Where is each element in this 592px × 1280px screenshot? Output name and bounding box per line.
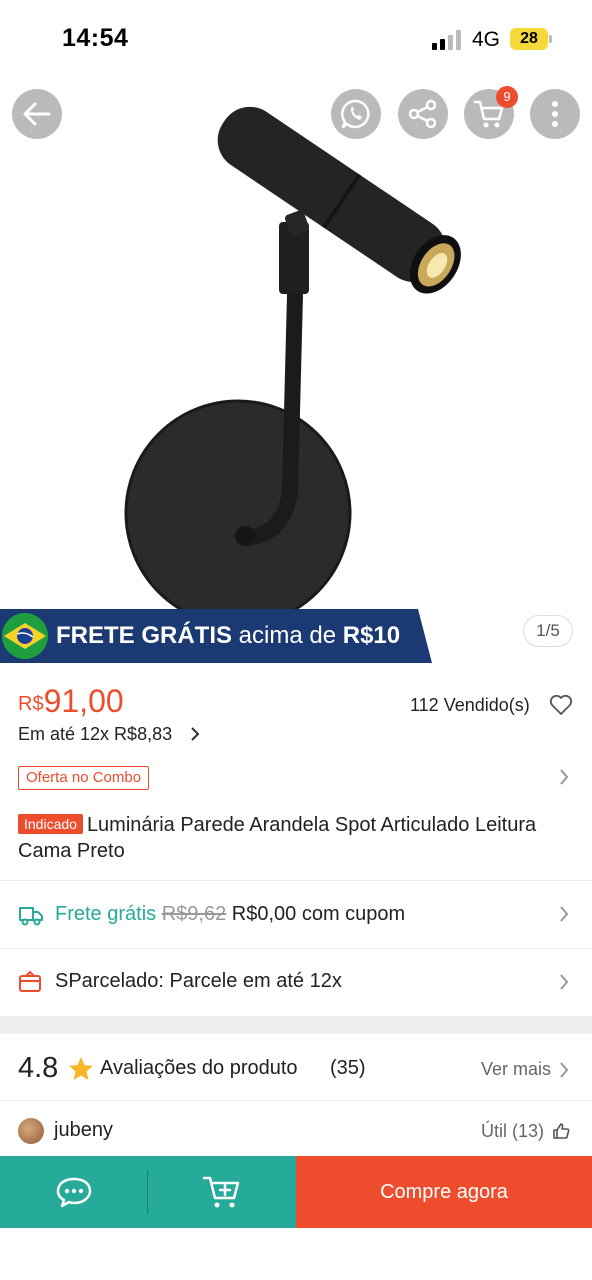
signal-icon [432, 30, 461, 50]
chevron-right-icon[interactable] [558, 1061, 570, 1079]
avatar [18, 1118, 44, 1144]
free-shipping-label: Frete grátis [55, 903, 157, 925]
share-icon [408, 99, 437, 129]
whatsapp-icon [340, 99, 370, 129]
share-button[interactable] [398, 89, 448, 139]
thumbs-up-icon[interactable] [552, 1122, 570, 1140]
see-more-link[interactable]: Ver mais [481, 1059, 551, 1080]
heart-icon[interactable] [549, 694, 573, 716]
combo-offer-tag[interactable]: Oferta no Combo [18, 766, 150, 790]
free-shipping-text: FRETE GRÁTIS acima de R$10 [56, 622, 401, 649]
chevron-right-icon [191, 727, 200, 741]
divider [0, 1100, 592, 1101]
rating-value: 4.8 [18, 1052, 59, 1084]
section-separator [0, 1016, 592, 1034]
cart-button[interactable]: 9 [464, 86, 518, 139]
back-arrow-icon [23, 102, 51, 126]
reviews-label: Avaliações do produto [100, 1057, 298, 1079]
add-to-cart-icon [202, 1176, 240, 1208]
truck-icon [19, 907, 43, 926]
battery-indicator: 28 [510, 28, 548, 50]
card-icon [19, 970, 41, 992]
status-time: 14:54 [62, 24, 129, 52]
image-counter: 1/5 [523, 615, 573, 647]
status-bar: 14:54 4G 28 [0, 0, 592, 78]
installment-row[interactable]: SParcelado: Parcele em até 12x [0, 949, 592, 1015]
product-title: Indicado Luminária Parede Arandela Spot A… [18, 812, 578, 864]
chevron-right-icon [560, 974, 569, 990]
star-icon [69, 1057, 93, 1080]
bottom-action-bar: Compre agora [0, 1156, 592, 1228]
product-price: R$91,00 [18, 683, 124, 719]
sold-count: 112 Vendido(s) [410, 695, 530, 715]
buy-now-button[interactable]: Compre agora [296, 1156, 592, 1228]
shipping-old-price: R$9,62 [161, 903, 227, 925]
chevron-right-icon[interactable] [558, 768, 570, 786]
chat-button[interactable] [0, 1156, 148, 1228]
shipping-new-price: R$0,00 com cupom [231, 903, 406, 925]
helpful-count[interactable]: Útil (13) [481, 1121, 544, 1142]
installments-info[interactable]: Em até 12x R$8,83 [18, 724, 172, 745]
whatsapp-button[interactable] [331, 89, 381, 139]
reviews-count: (35) [330, 1057, 366, 1079]
brazil-flag-icon [2, 613, 48, 659]
shipping-row[interactable]: Frete grátis R$9,62 R$0,00 com cupom [0, 881, 592, 947]
review-username: jubeny [54, 1119, 113, 1141]
chevron-right-icon [560, 906, 569, 922]
indicado-badge: Indicado [18, 814, 83, 834]
add-to-cart-button[interactable] [148, 1156, 296, 1228]
installment-text: SParcelado: Parcele em até 12x [55, 970, 342, 992]
battery-tip [549, 35, 552, 43]
back-button[interactable] [12, 89, 62, 139]
network-type: 4G [472, 28, 501, 51]
product-title-text: Luminária Parede Arandela Spot Articulad… [18, 814, 537, 862]
chat-icon [56, 1177, 92, 1208]
more-button[interactable] [530, 89, 580, 139]
more-icon [552, 101, 558, 127]
cart-count-badge: 9 [496, 86, 518, 108]
